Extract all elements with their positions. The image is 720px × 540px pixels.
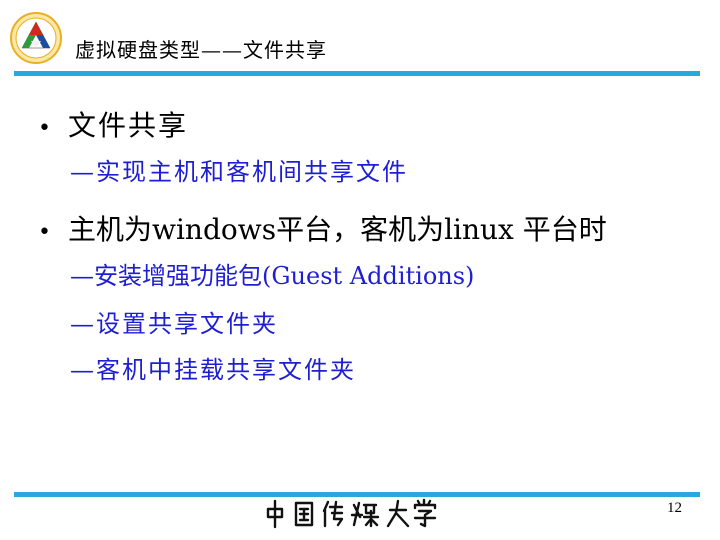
header-divider	[14, 71, 700, 76]
bullet-text: 主机为windows平台，客机为linux 平台时	[68, 213, 607, 246]
sub-item: —设置共享文件夹	[70, 310, 278, 338]
slide-title: 虚拟硬盘类型——文件共享	[75, 38, 327, 62]
bullet-item: • 文件共享	[38, 104, 188, 144]
sub-item: —实现主机和客机间共享文件	[70, 158, 408, 186]
sub-item: —安装增强功能包(Guest Additions)	[70, 262, 475, 290]
university-calligraphy-logo	[266, 498, 437, 529]
sub-item: —客机中挂载共享文件夹	[70, 356, 356, 384]
bullet-item: • 主机为windows平台，客机为linux 平台时	[38, 208, 607, 248]
bullet-text: 文件共享	[68, 109, 189, 142]
bullet-dot-icon: •	[38, 116, 51, 141]
page-number: 12	[667, 500, 682, 516]
university-emblem-icon	[10, 12, 62, 64]
bullet-dot-icon: •	[38, 220, 51, 245]
